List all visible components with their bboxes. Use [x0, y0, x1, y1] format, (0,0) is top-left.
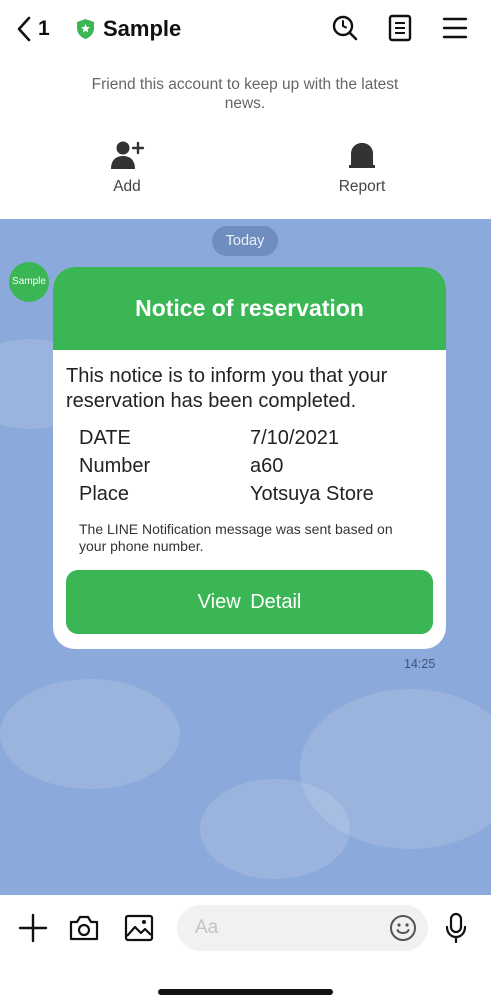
- camera-button[interactable]: [68, 912, 100, 944]
- chat-area[interactable]: Today Sample Notice of reservation This …: [0, 219, 491, 895]
- detail-value: a60: [250, 455, 284, 477]
- detail-value: 7/10/2021: [250, 427, 339, 449]
- card-title: Notice of reservation: [53, 267, 446, 350]
- menu-button[interactable]: [440, 13, 470, 43]
- message-input[interactable]: [195, 905, 385, 951]
- message-time: 14:25: [404, 657, 436, 671]
- friend-banner: Friend this account to keep up with the …: [0, 56, 491, 219]
- microphone-icon: [445, 912, 467, 944]
- date-separator: Today: [212, 226, 278, 256]
- search-button[interactable]: [330, 13, 360, 43]
- card-note: The LINE Notification message was sent b…: [79, 521, 393, 554]
- camera-icon: [69, 915, 99, 941]
- view-detail-button[interactable]: View Detail: [66, 570, 433, 634]
- detail-key: DATE: [79, 427, 131, 449]
- note-icon: [388, 14, 412, 42]
- unread-count: 1: [38, 17, 50, 40]
- detail-key: Number: [79, 455, 151, 477]
- message-field: [177, 905, 428, 951]
- avatar[interactable]: Sample: [9, 262, 49, 302]
- image-icon: [124, 914, 154, 942]
- title-group: Sample: [76, 14, 181, 44]
- chevron-left-icon: [17, 16, 31, 42]
- back-button[interactable]: 1: [16, 14, 50, 44]
- menu-icon: [442, 17, 468, 39]
- add-friend-icon: [111, 141, 145, 169]
- report-icon: [349, 143, 375, 168]
- add-friend-button[interactable]: Add: [82, 140, 172, 196]
- notes-button[interactable]: [385, 13, 415, 43]
- detail-row: Place Yotsuya Store: [79, 483, 419, 511]
- image-button[interactable]: [123, 912, 155, 944]
- shield-icon: [77, 19, 94, 39]
- report-label: Report: [338, 178, 386, 195]
- plus-icon: [18, 913, 48, 943]
- reservation-card: Notice of reservation This notice is to …: [53, 267, 446, 649]
- plus-button[interactable]: [17, 912, 49, 944]
- detail-key: Place: [79, 483, 130, 505]
- card-intro: This notice is to inform you that your r…: [66, 365, 388, 412]
- detail-row: DATE 7/10/2021: [79, 427, 419, 455]
- detail-value: Yotsuya Store: [250, 483, 374, 505]
- microphone-button[interactable]: [440, 912, 472, 944]
- input-bar: [0, 895, 491, 999]
- report-button[interactable]: Report: [317, 140, 407, 196]
- header: 1 Sample: [0, 0, 491, 56]
- add-label: Add: [113, 178, 141, 195]
- emoji-icon[interactable]: [388, 913, 418, 943]
- search-icon: [332, 15, 358, 41]
- banner-text: Friend this account to keep up with the …: [91, 76, 399, 112]
- home-indicator: [158, 989, 333, 995]
- page-title: Sample: [103, 16, 182, 41]
- detail-row: Number a60: [79, 455, 419, 483]
